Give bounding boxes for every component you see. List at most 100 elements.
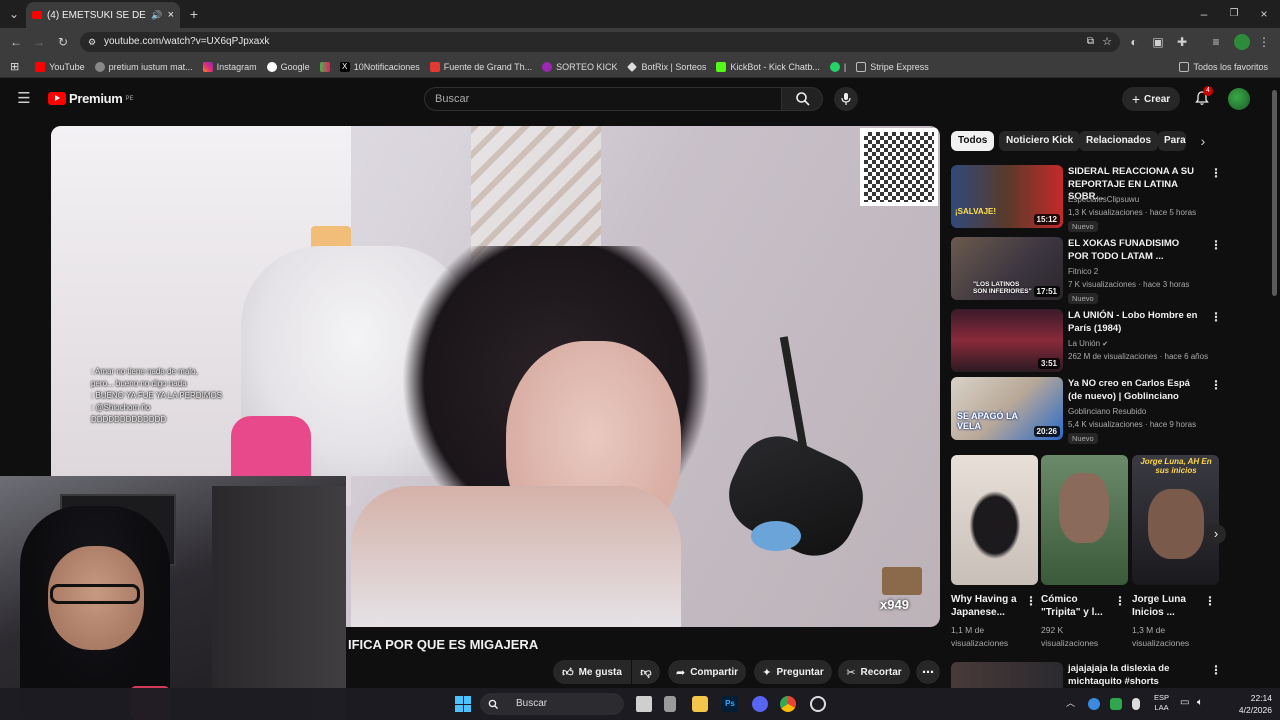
short-thumbnail[interactable] [951,455,1038,585]
create-button[interactable]: + Crear [1122,87,1180,111]
tray-chevron-icon[interactable]: ︿ [1066,696,1075,709]
extensions-puzzle-icon[interactable]: ✚ [1174,34,1190,50]
discord-icon[interactable] [752,696,768,712]
hamburger-menu-icon[interactable]: ☰ [16,91,32,107]
bookmark-google[interactable]: Google [266,61,310,72]
tray-app-icon[interactable] [1110,698,1122,710]
forward-icon[interactable]: → [31,34,47,50]
windows-start-icon[interactable] [455,696,471,712]
volume-icon[interactable]: 🔈︎ [1197,697,1203,708]
rec-channel[interactable]: Fitnico 2 [1068,267,1098,276]
bookmark-stripe[interactable]: Stripe Express [856,61,929,72]
rec-menu-icon[interactable]: ⋮ [1210,238,1222,252]
rec-menu-icon[interactable]: ⋮ [1210,378,1222,392]
share-button[interactable]: ➦ Compartir [668,660,746,684]
back-icon[interactable]: ← [8,34,24,50]
bookmark-pretium[interactable]: pretium iustum mat... [94,61,193,72]
chrome-icon[interactable] [780,696,796,712]
microphone-tray-icon[interactable] [1132,698,1140,710]
search-button[interactable] [781,87,823,111]
obs-icon[interactable] [810,696,826,712]
system-clock[interactable]: 22:14 4/2/2026 [1224,692,1272,716]
task-view-icon[interactable] [636,696,652,712]
tray-app-icon[interactable] [1088,698,1100,710]
short-title[interactable]: Jorge Luna Inicios ... [1132,593,1202,619]
account-avatar[interactable] [1228,88,1250,110]
bookmark-star-icon[interactable]: ☆ [1102,32,1112,52]
rec-menu-icon[interactable]: ⋮ [1210,663,1222,677]
chip-noticiero-kick[interactable]: Noticiero Kick [999,131,1081,151]
short-thumbnail[interactable]: Jorge Luna, AH En sus inicios [1132,455,1219,585]
bookmark-botrix[interactable]: BotRix | Sorteos [627,62,706,72]
apps-grid-icon[interactable]: ⊞ [10,60,19,73]
short-title[interactable]: Why Having a Japanese... [951,593,1021,619]
like-button[interactable]: 👍︎ Me gusta [553,660,631,684]
short-menu-icon[interactable]: ⋮ [1025,594,1037,608]
browser-tab[interactable]: (4) EMETSUKI SE DEFIENDE 🔊 × [26,2,180,28]
chips-next-icon[interactable]: › [1195,133,1211,149]
ask-button[interactable]: ✦ Preguntar [754,660,832,684]
rec-title[interactable]: LA UNIÓN - Lobo Hombre en París (1984) [1068,310,1202,335]
taskbar-search[interactable]: Buscar [480,693,624,715]
close-window-icon[interactable]: × [1256,6,1272,22]
network-icon[interactable]: ▭ [1180,697,1189,708]
extension-icon-1[interactable]: ◐ [1126,34,1142,50]
rec-thumbnail[interactable] [951,662,1063,688]
rec-title[interactable]: Ya NO creo en Carlos Espá (de nuevo) | G… [1068,378,1202,403]
chip-all[interactable]: Todos [951,131,995,151]
short-title[interactable]: Cómico "Tripita" y l... [1041,593,1111,619]
voice-search-button[interactable] [834,87,858,111]
bookmark-sorteo-kick[interactable]: SORTEO KICK [542,61,617,72]
rec-channel[interactable]: EspecialesClipsuwu [1068,195,1139,204]
url-field[interactable]: ⚙ youtube.com/watch?v=UX6qPJpxaxk ⧉ ☆ [80,32,1120,52]
tab-close-icon[interactable]: × [168,9,174,21]
rec-channel[interactable]: Goblinciano Resubido [1068,407,1146,416]
short-menu-icon[interactable]: ⋮ [1204,594,1216,608]
new-tab-icon[interactable]: + [186,6,202,22]
page-scrollbar[interactable] [1272,90,1277,296]
youtube-premium-logo[interactable]: Premium PE [48,91,134,106]
rec-menu-icon[interactable]: ⋮ [1210,310,1222,324]
short-thumbnail[interactable] [1041,455,1128,585]
notifications-button[interactable]: 4 [1194,86,1213,106]
file-explorer-icon[interactable] [692,696,708,712]
bookmark-kickbot[interactable]: KickBot - Kick Chatb... [716,61,820,72]
rec-channel[interactable]: La Unión ✔ [1068,339,1108,348]
rec-title[interactable]: EL XOKAS FUNADISIMO POR TODO LATAM ... [1068,238,1202,263]
bookmark-instagram[interactable]: Instagram [202,61,257,72]
install-icon[interactable]: ⧉ [1087,32,1094,52]
chip-related[interactable]: Relacionados [1079,131,1159,151]
reading-list-icon[interactable]: ≡ [1208,34,1224,50]
bookmark-youtube[interactable]: YouTube [35,61,85,72]
photoshop-icon[interactable]: Ps [722,696,738,712]
rec-menu-icon[interactable]: ⋮ [1210,166,1222,180]
rec-thumbnail[interactable]: ¡SALVAJE! 15:12 [951,165,1063,228]
file-icon[interactable] [664,696,676,712]
minimize-icon[interactable]: – [1196,6,1212,22]
bookmark-gta-font[interactable]: Fuente de Grand Th... [429,61,532,72]
shorts-next-button[interactable]: › [1206,524,1226,544]
menu-kebab-icon[interactable]: ⋮ [1256,34,1272,50]
bookmark-extra[interactable] [319,61,330,72]
chip-for-you[interactable]: Para [1158,131,1186,151]
search-input[interactable]: Buscar [424,87,782,111]
rec-thumbnail[interactable]: "LOS LATINOS SON INFERIORES" 17:51 [951,237,1063,300]
more-actions-button[interactable]: ⋯ [916,660,940,684]
rec-thumbnail[interactable]: 3:51 [951,309,1063,372]
language-indicator[interactable]: ESP LAA [1154,693,1169,713]
profile-avatar[interactable] [1234,34,1250,50]
all-bookmarks[interactable]: Todos los favoritos [1179,61,1268,72]
tab-search-icon[interactable]: ⌄ [6,6,22,22]
rec-title[interactable]: jajajajaja la dislexia de michtaquito #s… [1068,663,1202,688]
extension-icon-2[interactable]: ▣ [1150,34,1166,50]
clip-button[interactable]: ✂ Recortar [838,660,910,684]
restore-icon[interactable]: ❐ [1226,6,1242,22]
site-info-icon[interactable]: ⚙ [88,32,96,52]
tab-audio-icon[interactable]: 🔊 [151,10,162,21]
reload-icon[interactable]: ↻ [55,34,71,50]
bookmark-x-notifications[interactable]: X 10Notificaciones [339,61,420,72]
dislike-button[interactable]: 👎︎ [632,660,660,684]
short-menu-icon[interactable]: ⋮ [1114,594,1126,608]
rec-thumbnail[interactable]: SE APAGÓ LA VELA 20:26 [951,377,1063,440]
bookmark-whatsapp[interactable]: | [829,61,846,72]
